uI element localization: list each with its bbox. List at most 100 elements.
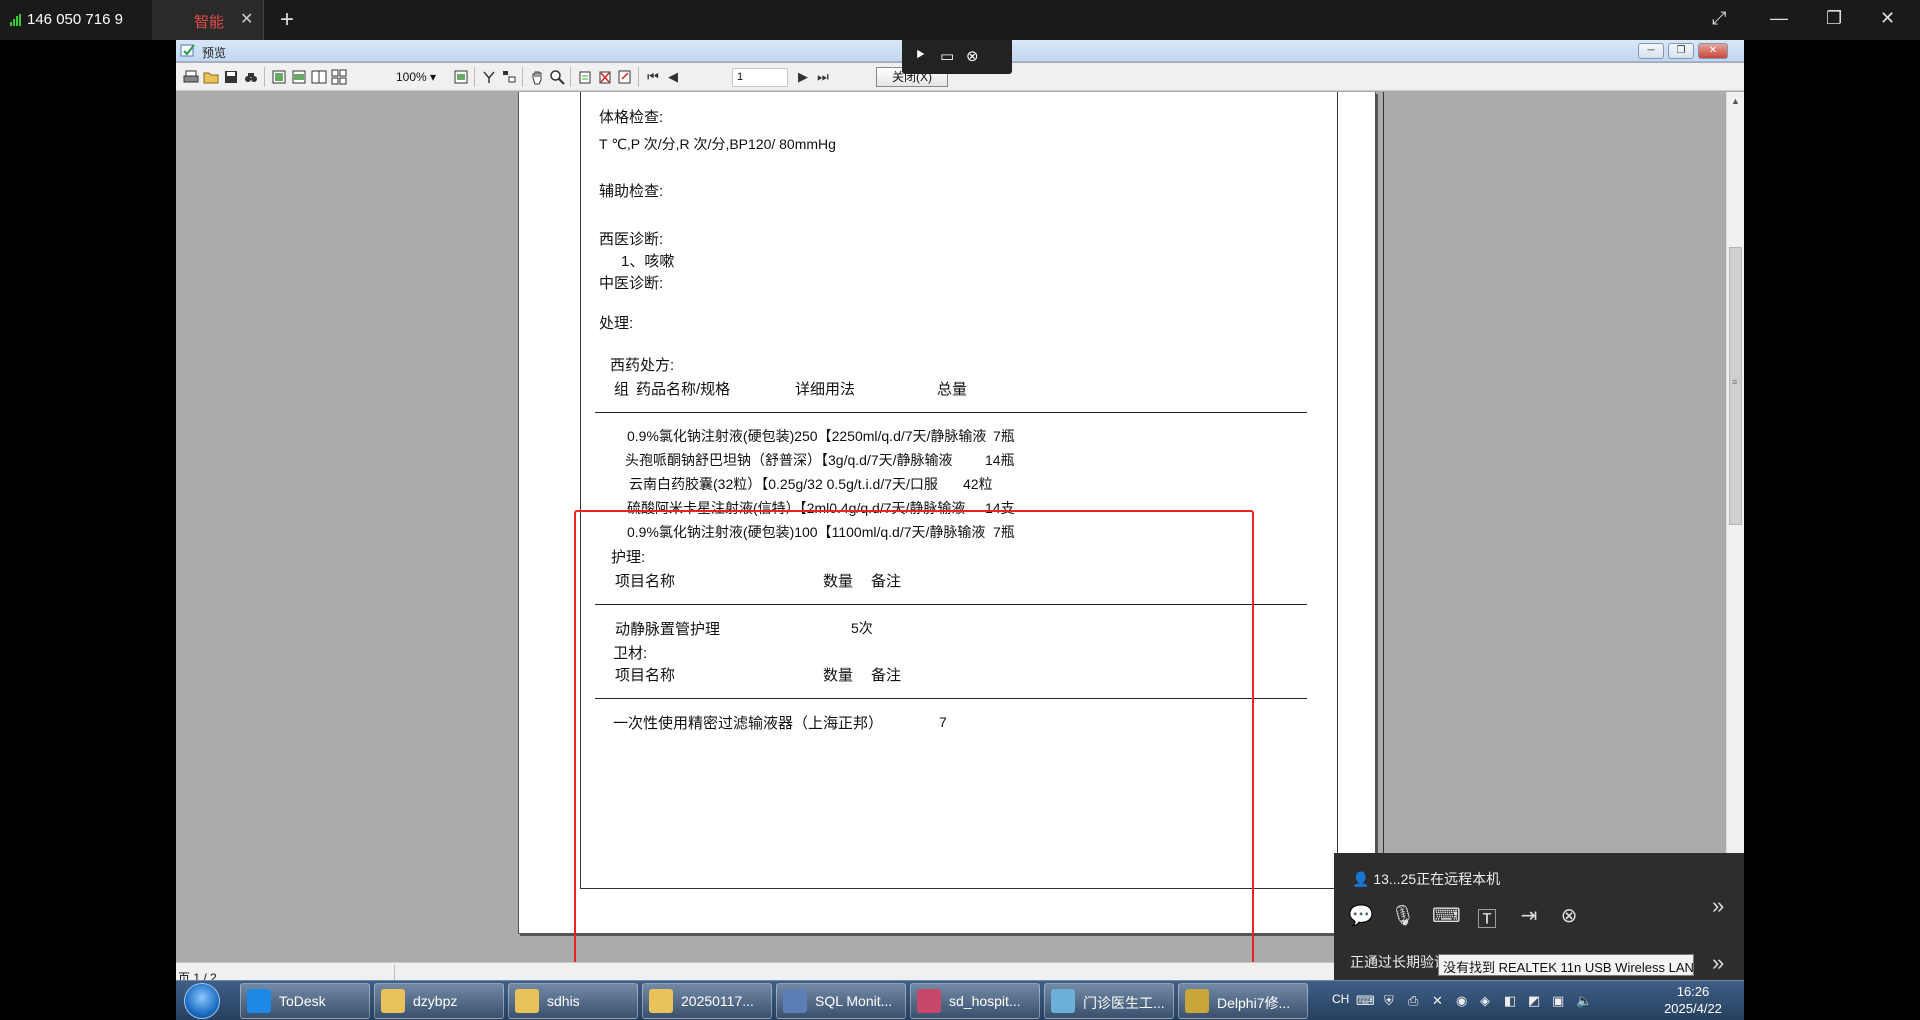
taskbar-item-delphi7[interactable]: Delphi7修...	[1178, 983, 1308, 1019]
divider	[595, 698, 1307, 699]
two-pages-icon[interactable]	[310, 68, 328, 86]
table-row-total: 7瓶	[993, 428, 1015, 444]
taskbar-item-sd-hospital[interactable]: sd_hospit...	[910, 983, 1040, 1019]
transfer-icon[interactable]: ⇥	[1516, 903, 1542, 928]
outline-icon[interactable]	[500, 68, 518, 86]
open-folder-icon[interactable]	[202, 68, 220, 86]
grip-icon: ≡	[1732, 377, 1738, 387]
remote-screen: 预览 ─ ❐ ✕ 100% ▾ ⏮ ◀ 1 ▶ ⏭ 关闭(X) 体格检查: T …	[176, 40, 1744, 1020]
microphone-icon[interactable]: 🎙	[1390, 903, 1416, 928]
taskbar-item-20250117[interactable]: 20250117...	[642, 983, 772, 1019]
pointer-icon[interactable]: ⯈	[914, 47, 926, 64]
collapse-panel-icon[interactable]: »	[1712, 893, 1724, 919]
delphi-icon	[1185, 989, 1209, 1013]
remote-mini-toolbar: ⯈ ▭ ⊗	[902, 40, 1012, 74]
export-icon[interactable]	[480, 68, 498, 86]
delete-page-icon[interactable]	[596, 68, 614, 86]
taskbar-item-sdhis[interactable]: sdhis	[508, 983, 638, 1019]
preview-window: 预览 ─ ❐ ✕ 100% ▾ ⏮ ◀ 1 ▶ ⏭ 关闭(X) 体格检查: T …	[176, 40, 1744, 986]
new-tab-button[interactable]: +	[280, 6, 294, 34]
network-icon[interactable]: ✕	[1432, 993, 1443, 1009]
remote-info-text: 正通过长期验证	[1350, 954, 1448, 970]
device-id: 146 050 716 9	[10, 11, 123, 28]
single-page-icon[interactable]	[270, 68, 288, 86]
taskbar-item-sql-monitor[interactable]: SQL Monit...	[776, 983, 906, 1019]
next-page-icon[interactable]: ▶	[794, 68, 812, 86]
minimize-button[interactable]: —	[1770, 8, 1788, 29]
taskbar-item-outpatient-doctor[interactable]: 门诊医生工...	[1044, 983, 1174, 1019]
first-page-icon[interactable]: ⏮	[644, 68, 662, 86]
edit-page-icon[interactable]	[576, 68, 594, 86]
table-row: 头孢哌酮钠舒巴坦钠（舒普深）【3g/q.d/7天/静脉输液	[625, 452, 953, 468]
signal-icon	[10, 13, 21, 26]
print-icon[interactable]	[182, 68, 200, 86]
printer-icon[interactable]: ⎙	[1408, 993, 1418, 1009]
monitor-icon[interactable]: ▣	[1552, 993, 1564, 1009]
session-tab[interactable]: 智能 ✕	[152, 0, 264, 40]
table-row: 硫酸阿米卡星注射液(信特）【2ml0.4g/q.d/7天/静脉输液	[627, 500, 966, 516]
folder-icon	[381, 989, 405, 1013]
nursing-item-name: 动静脉置管护理	[615, 621, 721, 638]
hand-icon[interactable]	[528, 68, 546, 86]
last-page-icon[interactable]: ⏭	[814, 68, 832, 86]
preview-close-button[interactable]: ✕	[1698, 43, 1728, 59]
todesk-tray-icon[interactable]: ◧	[1504, 993, 1516, 1009]
document-area[interactable]: 体格检查: T ℃,P 次/分,R 次/分,BP120/ 80mmHg 辅助检查…	[176, 92, 1726, 962]
chat-icon[interactable]: 💬	[1348, 903, 1374, 928]
preview-minimize-button[interactable]: ─	[1638, 43, 1664, 59]
close-window-button[interactable]: ✕	[1880, 8, 1895, 29]
find-icon[interactable]	[242, 68, 260, 86]
page-width-icon[interactable]	[290, 68, 308, 86]
start-button[interactable]	[184, 983, 220, 1019]
close-circle-icon[interactable]: ⊗	[966, 47, 979, 65]
app-tray-icon[interactable]: ◈	[1480, 993, 1490, 1009]
nursing-item-qty: 5次	[851, 620, 873, 636]
document-page: 体格检查: T ℃,P 次/分,R 次/分,BP120/ 80mmHg 辅助检查…	[518, 92, 1384, 934]
page-setup-icon[interactable]	[452, 68, 470, 86]
network-tooltip: 没有找到 REALTEK 11n USB Wireless LAN	[1438, 954, 1694, 976]
taskbar-item-todesk[interactable]: ToDesk	[240, 983, 370, 1019]
screen-icon[interactable]: ▭	[940, 47, 954, 65]
keyboard-icon[interactable]: ⌨	[1432, 903, 1461, 928]
table-row-total: 42粒	[963, 476, 993, 492]
desktop: 146 050 716 9 智能 ✕ + ⤢ — ❐ ✕ 预览 ─ ❐ ✕ 10…	[0, 0, 1920, 1020]
divider	[595, 604, 1307, 605]
clock[interactable]: 16:26 2025/4/22	[1658, 983, 1728, 1017]
save-icon[interactable]	[222, 68, 240, 86]
multi-page-icon[interactable]	[330, 68, 348, 86]
supplies-col-name: 项目名称	[615, 667, 676, 684]
taskbar: ToDesk dzybpz sdhis 20250117... SQL Moni…	[176, 980, 1744, 1020]
fullscreen-icon[interactable]: ⤢	[1712, 8, 1726, 29]
page-settings-icon[interactable]	[616, 68, 634, 86]
nursing-col-name: 项目名称	[615, 573, 676, 590]
supplies-item-name: 一次性使用精密过滤输液器（上海正邦）	[613, 715, 884, 732]
preview-app-icon	[180, 44, 195, 57]
expand-info-icon[interactable]: »	[1712, 950, 1724, 976]
col-drug-name: 药品名称/规格	[636, 381, 731, 398]
end-session-icon[interactable]: ⊗	[1556, 903, 1582, 928]
table-row-total: 7瓶	[993, 524, 1015, 540]
chinese-diagnosis-heading: 中医诊断:	[599, 275, 664, 292]
security-icon[interactable]: ◉	[1456, 993, 1467, 1009]
taskbar-item-dzybpz[interactable]: dzybpz	[374, 983, 504, 1019]
western-diagnosis-heading: 西医诊断:	[599, 231, 664, 248]
restore-button[interactable]: ❐	[1826, 8, 1842, 29]
page-number-input[interactable]: 1	[732, 68, 788, 87]
zoom-icon[interactable]	[548, 68, 566, 86]
scroll-up-icon[interactable]: ▲	[1731, 96, 1740, 106]
ime-indicator[interactable]: CH	[1332, 992, 1349, 1006]
col-total: 总量	[937, 381, 968, 398]
keyboard-icon[interactable]: ⌨	[1356, 993, 1375, 1009]
close-tab-icon[interactable]: ✕	[240, 9, 253, 29]
preview-maximize-button[interactable]: ❐	[1668, 43, 1694, 59]
zoom-select[interactable]: 100% ▾	[396, 70, 436, 84]
volume-icon[interactable]: 🔈	[1576, 993, 1592, 1009]
shield-icon[interactable]: ⛨	[1384, 993, 1394, 1009]
vertical-scrollbar[interactable]: ▲ ≡	[1726, 92, 1744, 962]
prev-page-icon[interactable]: ◀	[664, 68, 682, 86]
text-icon[interactable]: 🅃	[1474, 903, 1500, 932]
nursing-col-qty: 数量	[823, 573, 854, 590]
table-row-total: 14瓶	[985, 452, 1015, 468]
chart-tray-icon[interactable]: ◩	[1528, 993, 1540, 1009]
col-usage: 详细用法	[795, 381, 856, 398]
